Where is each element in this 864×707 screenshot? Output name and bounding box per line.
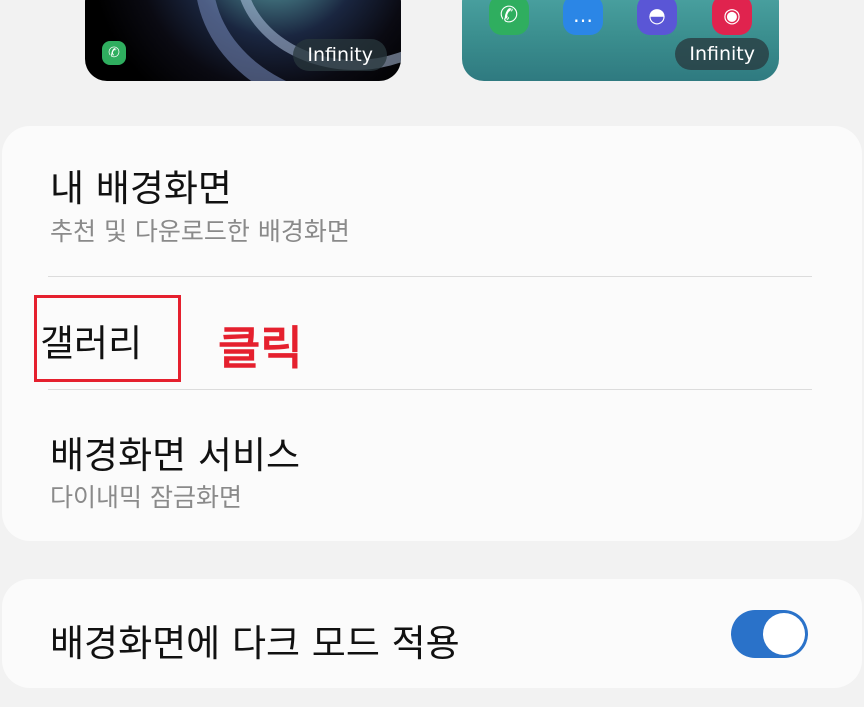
dark-mode-toggle[interactable] <box>731 610 808 658</box>
my-wallpapers-title: 내 배경화면 <box>50 167 232 210</box>
messenger-icon: ◓ <box>637 0 677 35</box>
infinity-badge: Infinity <box>293 39 387 71</box>
wallpaper-services-title: 배경화면 서비스 <box>50 434 301 477</box>
divider <box>48 389 812 390</box>
phone-icon: ✆ <box>489 0 529 35</box>
wallpaper-services-subtitle: 다이내믹 잠금화면 <box>50 483 242 512</box>
infinity-badge: Infinity <box>675 38 769 70</box>
click-annotation: 클릭 <box>218 321 303 375</box>
camera-icon: ◉ <box>712 0 752 35</box>
messages-icon: … <box>563 0 603 35</box>
home-screen-preview[interactable]: ✆ … ◓ ◉ Infinity <box>462 0 779 81</box>
lock-screen-preview[interactable]: ✆ Infinity <box>85 0 401 81</box>
divider <box>48 276 812 277</box>
gallery-highlight-box <box>34 295 181 382</box>
toggle-knob <box>763 613 805 655</box>
my-wallpapers-subtitle: 추천 및 다운로드한 배경화면 <box>50 217 350 246</box>
phone-icon: ✆ <box>102 41 126 65</box>
dark-mode-title: 배경화면에 다크 모드 적용 <box>50 622 460 665</box>
